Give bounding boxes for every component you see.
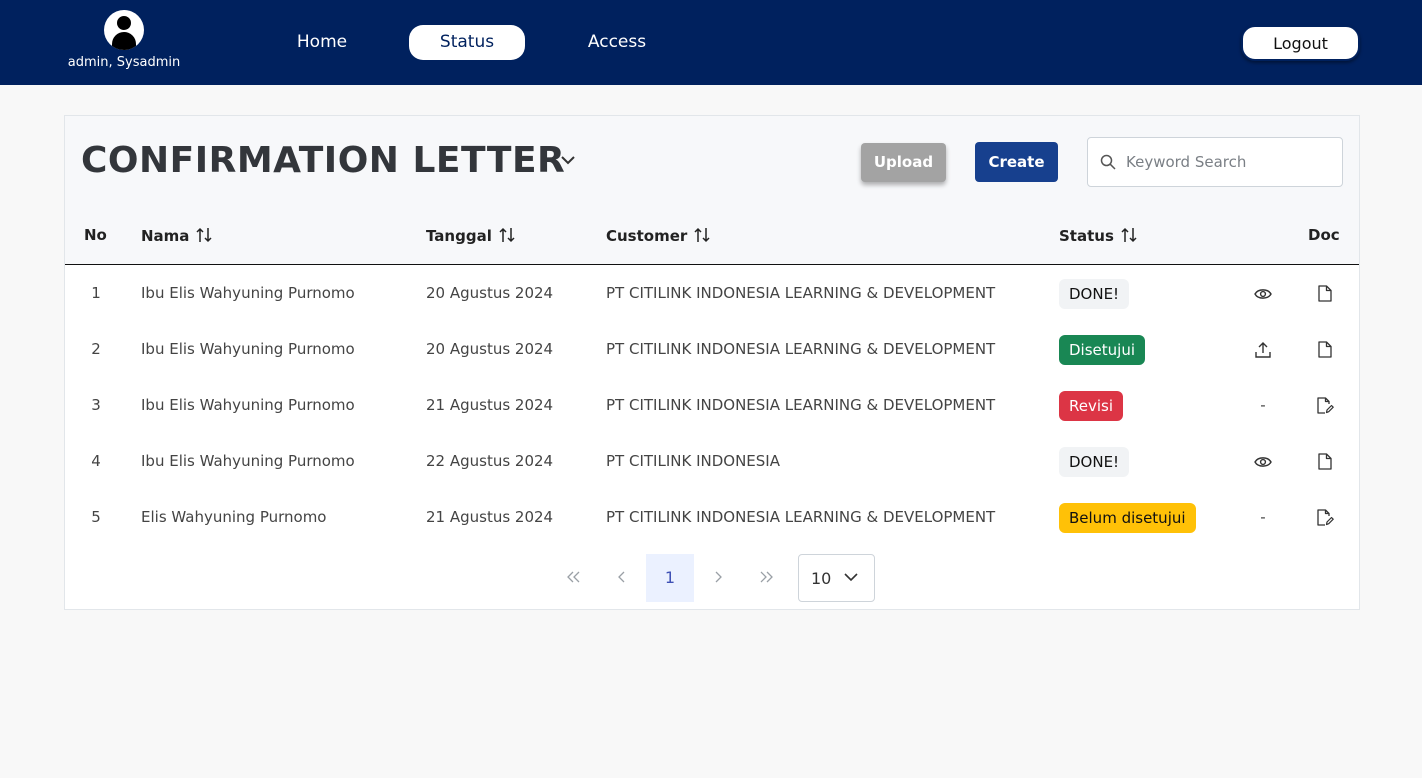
row-nama: Ibu Elis Wahyuning Purnomo <box>141 396 355 414</box>
search-icon <box>1100 154 1116 170</box>
row-tanggal: 20 Agustus 2024 <box>426 340 554 358</box>
card-header: CONFIRMATION LETTER Upload Create No Nam… <box>65 116 1359 265</box>
upload-button[interactable]: Upload <box>861 143 946 182</box>
table-row: 2 Ibu Elis Wahyuning Purnomo 20 Agustus … <box>65 321 1359 377</box>
status-badge: DONE! <box>1059 278 1130 309</box>
table-row: 3 Ibu Elis Wahyuning Purnomo 21 Agustus … <box>65 377 1359 433</box>
row-number: 5 <box>91 508 101 526</box>
file-edit-icon[interactable] <box>1316 509 1334 526</box>
sort-icon[interactable] <box>498 226 516 244</box>
row-nama: Ibu Elis Wahyuning Purnomo <box>141 452 355 470</box>
prev-page-button[interactable] <box>598 554 646 602</box>
row-tanggal: 21 Agustus 2024 <box>426 508 554 526</box>
logout-button[interactable]: Logout <box>1241 25 1360 61</box>
upload-icon[interactable] <box>1254 341 1272 359</box>
page-number-button[interactable]: 1 <box>646 554 694 602</box>
user-avatar-icon <box>104 10 144 50</box>
nav-home[interactable]: Home <box>278 25 366 60</box>
search-box <box>1087 137 1343 187</box>
column-header-customer[interactable]: Customer <box>606 226 711 245</box>
row-customer: PT CITILINK INDONESIA <box>606 452 780 470</box>
sort-icon[interactable] <box>693 226 711 244</box>
table-row: 4 Ibu Elis Wahyuning Purnomo 22 Agustus … <box>65 433 1359 489</box>
rows-per-page-value: 10 <box>811 569 832 588</box>
file-icon[interactable] <box>1318 453 1332 470</box>
column-header-doc: Doc <box>1308 226 1340 244</box>
no-action: - <box>1260 508 1266 526</box>
row-customer: PT CITILINK INDONESIA LEARNING & DEVELOP… <box>606 508 996 526</box>
user-name: admin, Sysadmin <box>67 55 181 70</box>
nav-access[interactable]: Access <box>568 25 666 60</box>
chevron-left-icon <box>618 571 625 583</box>
last-page-button[interactable] <box>742 554 790 602</box>
row-nama: Ibu Elis Wahyuning Purnomo <box>141 340 355 358</box>
row-tanggal: 21 Agustus 2024 <box>426 396 554 414</box>
nav-status[interactable]: Status <box>409 25 525 60</box>
confirmation-letter-card: CONFIRMATION LETTER Upload Create No Nam… <box>64 115 1360 610</box>
chevron-down-icon[interactable] <box>558 150 578 170</box>
chevron-down-icon <box>844 573 858 582</box>
status-badge: Disetujui <box>1059 334 1145 365</box>
column-header-tanggal[interactable]: Tanggal <box>426 226 516 245</box>
eye-icon[interactable] <box>1254 287 1272 301</box>
row-nama: Ibu Elis Wahyuning Purnomo <box>141 284 355 302</box>
sort-icon[interactable] <box>195 226 213 244</box>
chevrons-left-icon <box>567 571 580 583</box>
page-title: CONFIRMATION LETTER <box>81 140 566 181</box>
row-number: 2 <box>91 340 101 358</box>
eye-icon[interactable] <box>1254 455 1272 469</box>
table-row: 5 Elis Wahyuning Purnomo 21 Agustus 2024… <box>65 489 1359 545</box>
row-tanggal: 20 Agustus 2024 <box>426 284 554 302</box>
status-badge: DONE! <box>1059 446 1130 477</box>
table-row: 1 Ibu Elis Wahyuning Purnomo 20 Agustus … <box>65 265 1359 321</box>
file-icon[interactable] <box>1318 341 1332 358</box>
row-customer: PT CITILINK INDONESIA LEARNING & DEVELOP… <box>606 396 996 414</box>
column-header-status[interactable]: Status <box>1059 226 1138 245</box>
row-number: 4 <box>91 452 101 470</box>
column-header-nama[interactable]: Nama <box>141 226 213 245</box>
first-page-button[interactable] <box>550 554 598 602</box>
column-header-no: No <box>84 226 107 244</box>
top-navbar: admin, Sysadmin Home Status Access Logou… <box>0 0 1422 85</box>
sort-icon[interactable] <box>1120 226 1138 244</box>
user-profile[interactable]: admin, Sysadmin <box>58 10 190 70</box>
chevron-right-icon <box>715 571 722 583</box>
row-customer: PT CITILINK INDONESIA LEARNING & DEVELOP… <box>606 284 996 302</box>
file-icon[interactable] <box>1318 285 1332 302</box>
row-number: 3 <box>91 396 101 414</box>
rows-per-page-select[interactable]: 10 <box>798 554 875 602</box>
search-input[interactable] <box>1126 150 1331 174</box>
next-page-button[interactable] <box>694 554 742 602</box>
chevrons-right-icon <box>760 571 773 583</box>
no-action: - <box>1260 396 1266 414</box>
row-number: 1 <box>91 284 101 302</box>
row-nama: Elis Wahyuning Purnomo <box>141 508 327 526</box>
row-customer: PT CITILINK INDONESIA LEARNING & DEVELOP… <box>606 340 996 358</box>
row-tanggal: 22 Agustus 2024 <box>426 452 554 470</box>
file-edit-icon[interactable] <box>1316 397 1334 414</box>
create-button[interactable]: Create <box>975 142 1058 182</box>
status-badge: Belum disetujui <box>1059 502 1196 533</box>
status-badge: Revisi <box>1059 390 1124 421</box>
